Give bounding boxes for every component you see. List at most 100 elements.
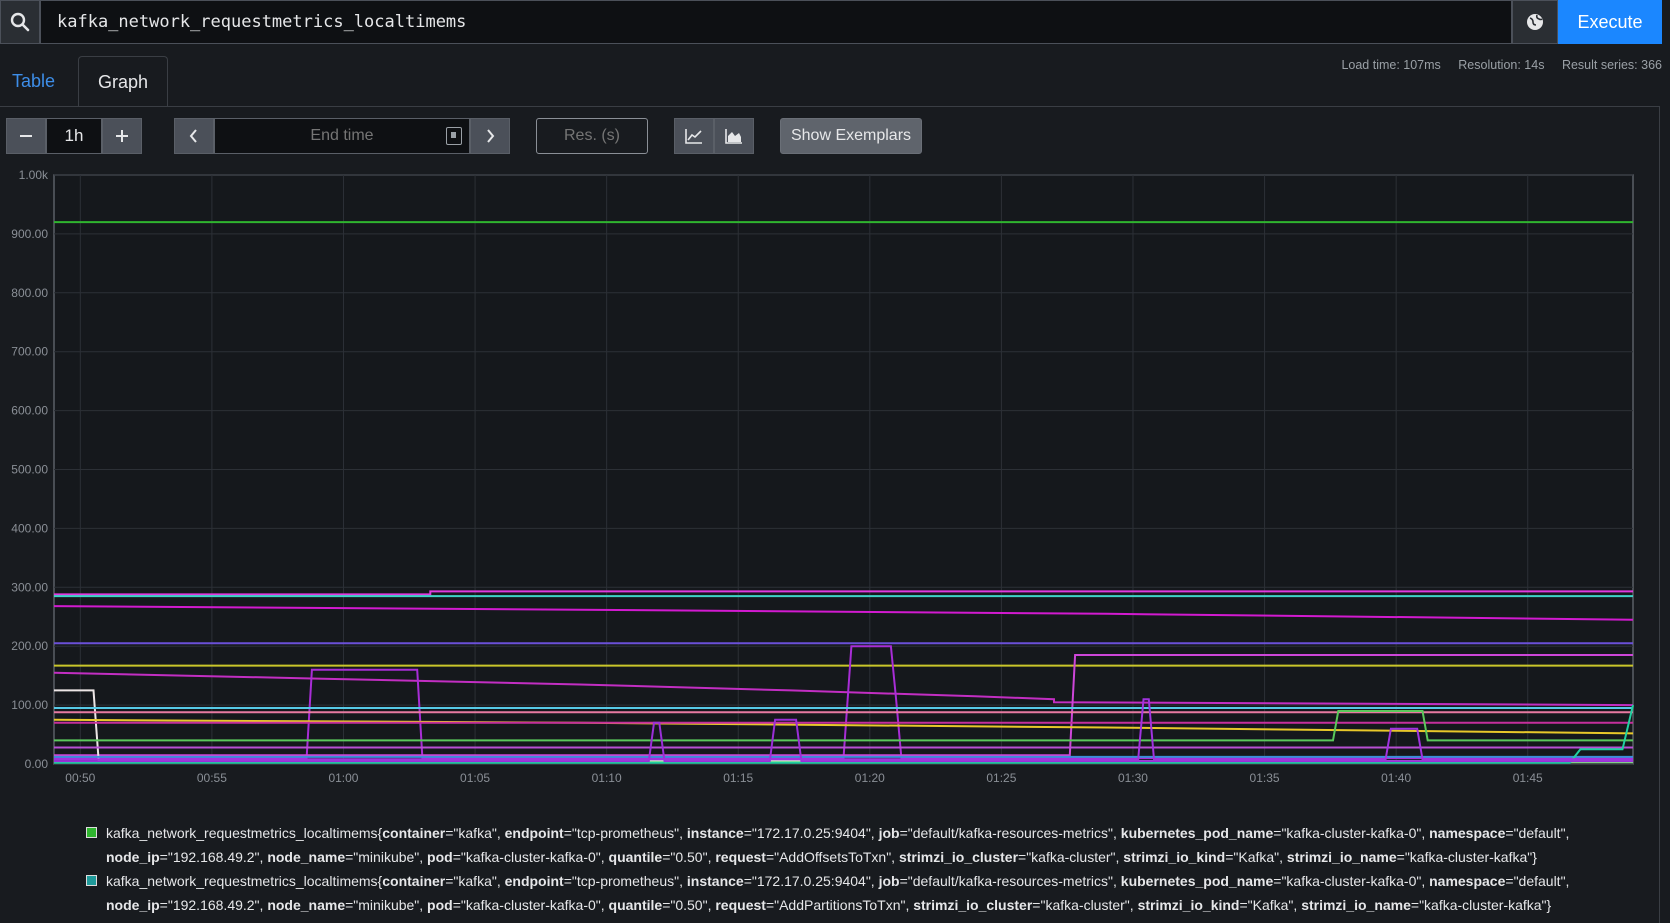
label-key: instance xyxy=(686,825,744,841)
x-tick-label: 01:45 xyxy=(1513,771,1543,785)
label-key: namespace xyxy=(1429,825,1506,841)
label-key: node_ip xyxy=(106,849,160,865)
label-value: ="tcp-prometheus", xyxy=(563,873,687,889)
chevron-right-icon xyxy=(487,129,495,143)
line-chart-icon xyxy=(685,129,702,144)
plus-icon xyxy=(116,130,128,142)
label-value: ="192.168.49.2", xyxy=(159,897,268,913)
label-value: ="kafka-cluster-kafka-0", xyxy=(452,897,609,913)
label-key: endpoint xyxy=(504,873,564,889)
label-value: ="kafka-cluster", xyxy=(1018,849,1124,865)
label-value: ="minikube", xyxy=(345,897,428,913)
label-value: ="AddOffsetsToTxn", xyxy=(765,849,899,865)
query-bar: Execute xyxy=(0,0,1670,44)
legend-swatch xyxy=(86,827,97,838)
label-value: ="tcp-prometheus", xyxy=(563,825,687,841)
label-value: ="Kafka", xyxy=(1239,897,1302,913)
label-key: endpoint xyxy=(504,825,564,841)
tab-table[interactable]: Table xyxy=(12,56,55,106)
resolution-input[interactable] xyxy=(536,118,648,154)
area-chart-icon xyxy=(725,129,742,144)
y-tick-label: 0.00 xyxy=(25,757,49,771)
label-key: pod xyxy=(427,849,453,865)
line-chart-button[interactable] xyxy=(674,118,714,154)
label-key: strimzi_io_cluster xyxy=(913,897,1033,913)
y-tick-label: 400.00 xyxy=(11,521,48,535)
minus-icon xyxy=(20,135,32,137)
y-tick-label: 1.00k xyxy=(19,168,49,182)
x-tick-label: 01:35 xyxy=(1250,771,1280,785)
label-value: ="kafka-cluster-kafka-0", xyxy=(1273,825,1430,841)
label-key: namespace xyxy=(1429,873,1506,889)
show-exemplars-button[interactable]: Show Exemplars xyxy=(780,118,922,154)
label-key: strimzi_io_kind xyxy=(1137,897,1240,913)
label-key: strimzi_io_name xyxy=(1301,897,1411,913)
chevron-left-icon xyxy=(189,129,197,143)
label-key: job xyxy=(878,825,900,841)
label-key: container xyxy=(382,873,446,889)
label-key: job xyxy=(878,873,900,889)
legend-swatch xyxy=(86,875,97,886)
tab-graph[interactable]: Graph xyxy=(78,56,168,107)
calendar-icon[interactable] xyxy=(446,127,462,145)
metric-name: kafka_network_requestmetrics_localtimems… xyxy=(106,825,383,841)
label-value: ="0.50", xyxy=(662,897,716,913)
label-value: ="172.17.0.25:9404", xyxy=(743,825,879,841)
label-value: ="kafka-cluster-kafka-0", xyxy=(1273,873,1430,889)
label-key: instance xyxy=(686,873,744,889)
label-value: ="AddPartitionsToTxn", xyxy=(765,897,914,913)
end-time-input[interactable] xyxy=(214,118,470,154)
label-value: ="0.50", xyxy=(662,849,716,865)
label-key: quantile xyxy=(608,849,663,865)
y-tick-label: 100.00 xyxy=(11,698,48,712)
y-tick-label: 200.00 xyxy=(11,639,48,653)
decrease-range-button[interactable] xyxy=(6,118,46,154)
label-value: ="kafka-cluster-kafka-0", xyxy=(452,849,609,865)
x-tick-label: 00:55 xyxy=(197,771,227,785)
x-tick-label: 01:40 xyxy=(1381,771,1411,785)
label-value: ="kafka-cluster-kafka"} xyxy=(1396,849,1537,865)
y-tick-label: 500.00 xyxy=(11,463,48,477)
label-value: ="kafka-cluster-kafka"} xyxy=(1410,897,1552,913)
label-key: container xyxy=(382,825,446,841)
y-tick-label: 300.00 xyxy=(11,580,48,594)
query-stats: Load time: 107ms Resolution: 14s Result … xyxy=(1327,58,1662,72)
next-time-button[interactable] xyxy=(470,118,510,154)
legend-item[interactable]: kafka_network_requestmetrics_localtimems… xyxy=(84,869,1574,917)
label-value: ="kafka-cluster", xyxy=(1032,897,1138,913)
label-key: request xyxy=(715,897,766,913)
label-key: strimzi_io_name xyxy=(1286,849,1397,865)
globe-icon xyxy=(1527,14,1543,30)
previous-time-button[interactable] xyxy=(174,118,214,154)
load-time: Load time: 107ms xyxy=(1341,58,1441,72)
x-tick-label: 01:30 xyxy=(1118,771,1148,785)
y-tick-label: 700.00 xyxy=(11,345,48,359)
x-tick-label: 01:15 xyxy=(723,771,753,785)
result-series: Result series: 366 xyxy=(1561,58,1662,72)
y-tick-label: 800.00 xyxy=(11,286,48,300)
time-series-chart[interactable]: 0.00 100.00 200.00 300.00 400.00 500.00 600.00… xyxy=(0,168,1660,798)
label-value: ="192.168.49.2", xyxy=(159,849,268,865)
resolution: Resolution: 14s xyxy=(1458,58,1545,72)
increase-range-button[interactable] xyxy=(102,118,142,154)
stacked-chart-button[interactable] xyxy=(714,118,754,154)
label-key: node_name xyxy=(267,849,346,865)
label-key: pod xyxy=(427,897,453,913)
label-value: ="kafka", xyxy=(445,873,505,889)
label-value: ="172.17.0.25:9404", xyxy=(743,873,879,889)
range-input[interactable]: 1h xyxy=(46,118,102,154)
metric-name: kafka_network_requestmetrics_localtimems… xyxy=(106,873,383,889)
execute-button[interactable]: Execute xyxy=(1558,0,1662,44)
label-key: strimzi_io_kind xyxy=(1123,849,1226,865)
x-tick-label: 01:25 xyxy=(986,771,1016,785)
legend-item[interactable]: kafka_network_requestmetrics_localtimems… xyxy=(84,821,1574,869)
y-tick-label: 600.00 xyxy=(11,404,48,418)
x-tick-label: 01:00 xyxy=(328,771,358,785)
x-tick-label: 01:10 xyxy=(592,771,622,785)
y-tick-label: 900.00 xyxy=(11,227,48,241)
label-value: ="default/kafka-resources-metrics", xyxy=(899,873,1121,889)
label-value: ="default", xyxy=(1505,825,1570,841)
label-value: ="default", xyxy=(1505,873,1570,889)
metrics-explorer-button[interactable] xyxy=(1512,0,1558,44)
query-input[interactable] xyxy=(40,0,1512,44)
